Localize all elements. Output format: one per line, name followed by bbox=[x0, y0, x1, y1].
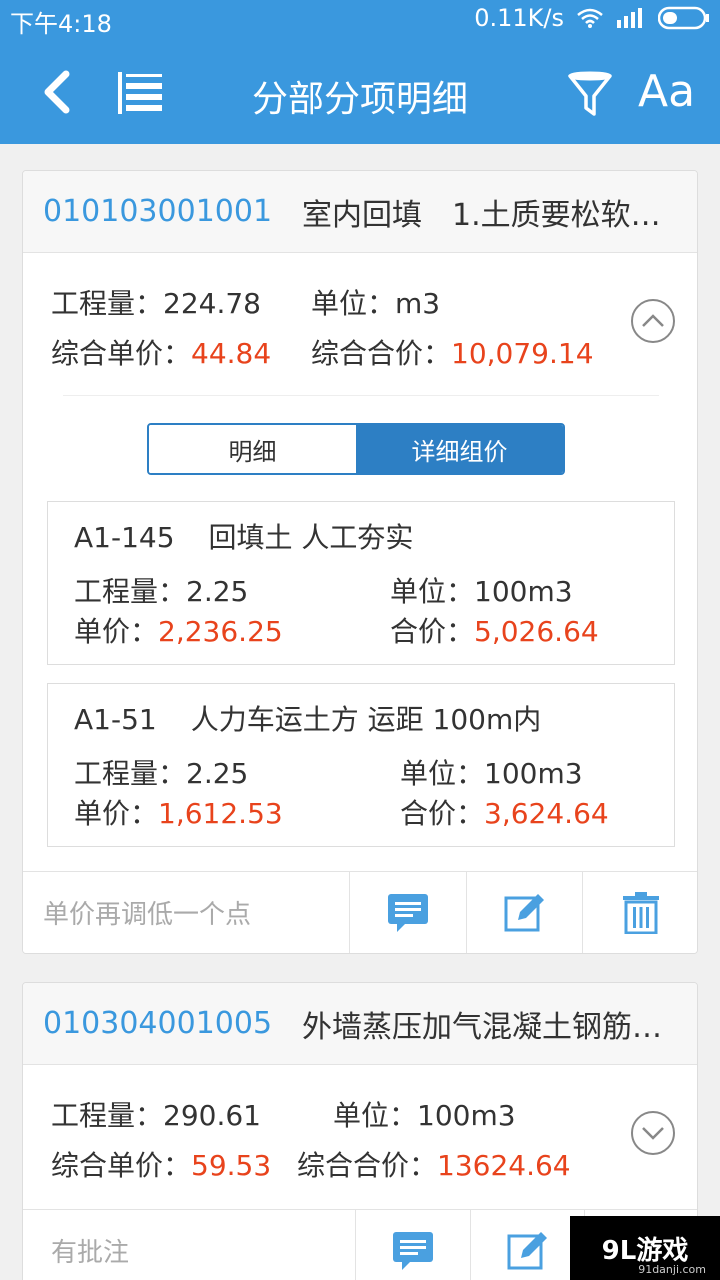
trash-icon[interactable] bbox=[583, 872, 697, 953]
status-bar: 下午4:18 0.11K/s bbox=[0, 0, 720, 38]
unit-price-label: 单价： bbox=[74, 615, 159, 648]
collapse-chevron-up-icon[interactable] bbox=[631, 299, 675, 343]
total-label: 合价： bbox=[400, 797, 485, 830]
battery-icon bbox=[658, 6, 710, 30]
unit-price-value: 1,612.53 bbox=[158, 797, 283, 830]
detail-name: 人力车运土方 运距 100m内 bbox=[190, 703, 542, 736]
unit-label: 单位： bbox=[311, 287, 396, 320]
expand-chevron-down-icon[interactable] bbox=[631, 1111, 675, 1155]
item-summary: 工程量：224.78 单位：m3 综合单价：44.84 综合合价：10,079.… bbox=[23, 253, 697, 395]
qty-value: 2.25 bbox=[186, 575, 249, 608]
total-label: 合价： bbox=[390, 615, 475, 648]
qty-label: 工程量： bbox=[74, 757, 187, 790]
edit-icon[interactable] bbox=[467, 872, 584, 953]
item-name: 外墙蒸压加气混凝土钢筋… bbox=[302, 1009, 663, 1045]
status-time: 下午4:18 bbox=[10, 10, 112, 38]
site-watermark: 9L游戏 91danji.com bbox=[570, 1216, 720, 1280]
item-header[interactable]: 010304001005 外墙蒸压加气混凝土钢筋… bbox=[23, 983, 697, 1065]
comp-unit-price-value: 59.53 bbox=[191, 1149, 272, 1182]
comp-total-value: 13624.64 bbox=[437, 1149, 571, 1182]
item-code: 010304001005 bbox=[43, 1006, 273, 1041]
total-value: 5,026.64 bbox=[474, 615, 599, 648]
unit-value: 100m3 bbox=[474, 575, 573, 608]
qty-value: 2.25 bbox=[186, 757, 249, 790]
divider bbox=[63, 395, 659, 396]
unit-value: 100m3 bbox=[417, 1099, 516, 1132]
status-right: 0.11K/s bbox=[474, 4, 710, 32]
item-action-bar: 单价再调低一个点 bbox=[23, 871, 697, 953]
segment-tab-detail[interactable]: 明细 bbox=[149, 425, 356, 473]
font-size-button[interactable]: Aa bbox=[638, 66, 695, 117]
unit-label: 单位： bbox=[390, 575, 475, 608]
comp-unit-price-label: 综合单价： bbox=[51, 337, 192, 370]
comp-total-label: 综合合价： bbox=[311, 337, 452, 370]
item-name: 室内回填 1.土质要松软… bbox=[302, 197, 661, 233]
network-speed: 0.11K/s bbox=[474, 4, 564, 32]
detail-entry: A1-145 回填土 人工夯实 工程量：2.25 单位：100m3 单价：2,23… bbox=[47, 501, 675, 665]
wifi-icon bbox=[576, 7, 604, 29]
comp-unit-price-label: 综合单价： bbox=[51, 1149, 192, 1182]
item-header[interactable]: 010103001001 室内回填 1.土质要松软… bbox=[23, 171, 697, 253]
filter-icon[interactable] bbox=[566, 70, 614, 118]
comment-icon[interactable] bbox=[356, 1210, 471, 1280]
annotation-text: 有批注 bbox=[23, 1210, 356, 1280]
item-code: 010103001001 bbox=[43, 194, 273, 229]
item-card: 010103001001 室内回填 1.土质要松软… 工程量：224.78 单位… bbox=[22, 170, 698, 954]
comment-icon[interactable] bbox=[350, 872, 467, 953]
detail-entry: A1-51 人力车运土方 运距 100m内 工程量：2.25 单位：100m3 单… bbox=[47, 683, 675, 847]
unit-price-value: 2,236.25 bbox=[158, 615, 283, 648]
watermark-text: 9L游戏 bbox=[601, 1235, 689, 1266]
detail-name: 回填土 人工夯实 bbox=[208, 521, 414, 554]
edit-icon[interactable] bbox=[471, 1210, 586, 1280]
comp-total-label: 综合合价： bbox=[297, 1149, 438, 1182]
signal-icon bbox=[616, 8, 646, 28]
item-summary: 工程量：290.61 单位：100m3 综合单价：59.53 综合合价：1362… bbox=[23, 1065, 697, 1207]
unit-price-label: 单价： bbox=[74, 797, 159, 830]
total-value: 3,624.64 bbox=[484, 797, 609, 830]
detail-code: A1-51 bbox=[74, 703, 157, 736]
unit-label: 单位： bbox=[400, 757, 485, 790]
qty-value: 290.61 bbox=[163, 1099, 261, 1132]
comp-total-value: 10,079.14 bbox=[451, 337, 594, 370]
app-bar: 分部分项明细 Aa bbox=[0, 38, 720, 144]
segment-tab-pricing[interactable]: 详细组价 bbox=[356, 425, 563, 473]
unit-value: 100m3 bbox=[484, 757, 583, 790]
qty-label: 工程量： bbox=[74, 575, 187, 608]
unit-value: m3 bbox=[395, 287, 441, 320]
annotation-text: 单价再调低一个点 bbox=[23, 872, 350, 953]
unit-label: 单位： bbox=[333, 1099, 418, 1132]
qty-label: 工程量： bbox=[51, 1099, 164, 1132]
comp-unit-price-value: 44.84 bbox=[191, 337, 272, 370]
detail-code: A1-145 bbox=[74, 521, 175, 554]
qty-label: 工程量： bbox=[51, 287, 164, 320]
qty-value: 224.78 bbox=[163, 287, 261, 320]
watermark-url: 91danji.com bbox=[638, 1263, 706, 1276]
segment-control: 明细 详细组价 bbox=[147, 423, 565, 475]
